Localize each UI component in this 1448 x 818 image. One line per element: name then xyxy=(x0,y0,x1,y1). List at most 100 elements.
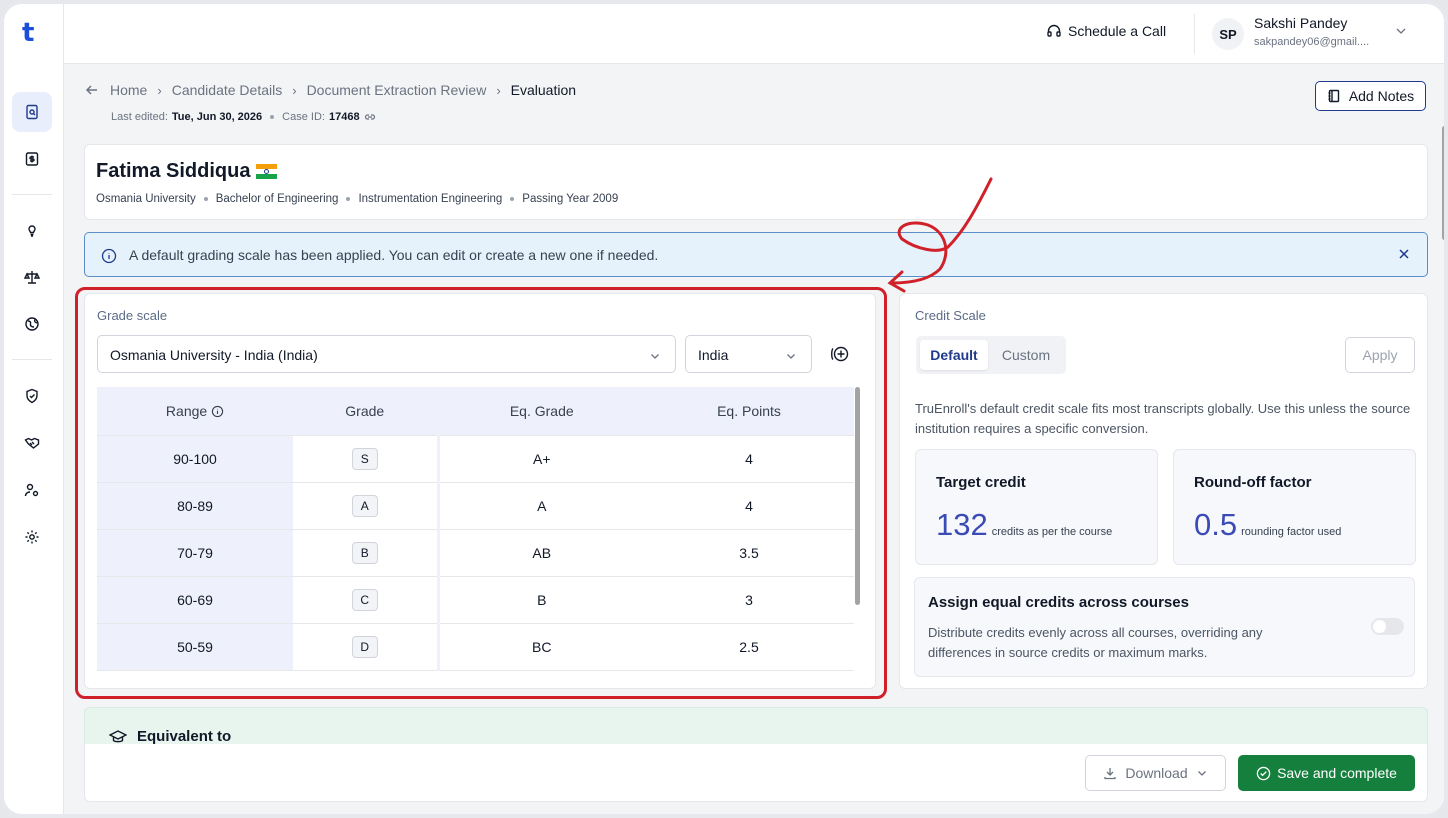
breadcrumb: Home › Candidate Details › Document Extr… xyxy=(84,82,576,98)
equal-credits-toggle[interactable] xyxy=(1371,618,1404,635)
chevron-right-icon: › xyxy=(157,82,162,98)
round-off-value: 0.5 xyxy=(1194,507,1238,542)
link-icon[interactable] xyxy=(364,111,376,123)
separator-dot xyxy=(203,197,208,201)
grade-badge: S xyxy=(351,447,378,470)
eq-points-cell[interactable]: 3 xyxy=(644,576,854,624)
top-bar: Schedule a Call SP Sakshi Pandey sakpand… xyxy=(64,4,1444,64)
info-icon[interactable] xyxy=(211,405,224,418)
table-scrollbar[interactable] xyxy=(855,387,860,605)
separator-dot xyxy=(346,197,351,201)
download-button[interactable]: Download xyxy=(1085,755,1226,791)
document-search-icon[interactable] xyxy=(12,92,52,132)
tab-default[interactable]: Default xyxy=(920,340,988,370)
invoice-icon[interactable] xyxy=(12,139,52,179)
round-off-value-row: 0.5 rounding factor used xyxy=(1194,507,1341,543)
chevron-down-icon xyxy=(1197,771,1206,776)
save-and-complete-label: Save and complete xyxy=(1277,765,1397,781)
column-header-eq-points: Eq. Points xyxy=(644,387,854,436)
target-credit-caption: credits as per the course xyxy=(991,526,1113,538)
tab-custom[interactable]: Custom xyxy=(992,340,1060,370)
app-logo[interactable]: t xyxy=(22,18,34,48)
candidate-name: Fatima Siddiqua xyxy=(96,160,251,182)
grade-badge: B xyxy=(351,541,378,564)
add-notes-button[interactable]: Add Notes xyxy=(1315,81,1426,111)
chevron-down-icon xyxy=(787,354,795,359)
chevron-down-icon xyxy=(651,354,659,359)
lightbulb-icon[interactable] xyxy=(12,210,52,250)
range-cell: 70-79 xyxy=(97,529,293,577)
page-scrollbar[interactable] xyxy=(1442,126,1444,240)
range-cell: 80-89 xyxy=(97,482,293,530)
equal-credits-title: Assign equal credits across courses xyxy=(928,594,1189,611)
target-credit-card: Target credit 132 credits as per the cou… xyxy=(915,449,1158,565)
info-icon xyxy=(101,248,117,264)
handshake-icon[interactable] xyxy=(12,423,52,463)
chevron-right-icon: › xyxy=(292,82,297,98)
eq-grade-cell[interactable]: A+ xyxy=(438,435,644,483)
candidate-details: Osmania University Bachelor of Engineeri… xyxy=(96,193,618,205)
topbar-divider xyxy=(1194,14,1195,54)
table-row: 90-100 S A+ 4 xyxy=(97,435,854,483)
eq-points-cell[interactable]: 3.5 xyxy=(644,529,854,577)
shield-check-icon[interactable] xyxy=(12,376,52,416)
country-select-value: India xyxy=(698,347,729,363)
case-meta: Last edited: Tue, Jun 30, 2026 Case ID: … xyxy=(111,111,376,123)
eq-grade-cell[interactable]: AB xyxy=(438,529,644,577)
download-label: Download xyxy=(1125,765,1188,781)
avatar[interactable]: SP xyxy=(1212,18,1244,50)
add-scale-icon[interactable] xyxy=(829,345,851,363)
schedule-call-label: Schedule a Call xyxy=(1068,23,1167,39)
eq-points-cell[interactable]: 2.5 xyxy=(644,623,854,671)
grade-badge: A xyxy=(351,494,378,517)
headset-icon xyxy=(1047,24,1061,37)
chevron-down-icon[interactable] xyxy=(1394,24,1408,38)
schedule-call-button[interactable]: Schedule a Call xyxy=(1046,23,1166,39)
eq-grade-cell[interactable]: B xyxy=(438,576,644,624)
eq-grade-cell[interactable]: BC xyxy=(438,623,644,671)
graduation-cap-icon xyxy=(109,730,127,743)
breadcrumb-document-extraction-review[interactable]: Document Extraction Review xyxy=(307,82,487,98)
back-arrow-icon[interactable] xyxy=(84,82,100,98)
last-edited-label: Last edited: xyxy=(111,111,168,123)
round-off-card: Round-off factor 0.5 rounding factor use… xyxy=(1173,449,1416,565)
save-and-complete-button[interactable]: Save and complete xyxy=(1238,755,1415,791)
credit-scale-tabs: Default Custom xyxy=(916,336,1066,374)
apply-button[interactable]: Apply xyxy=(1345,337,1415,373)
breadcrumb-home[interactable]: Home xyxy=(110,82,147,98)
equivalent-title: Equivalent to xyxy=(137,728,232,745)
case-id-value: 17468 xyxy=(328,111,360,123)
add-notes-label: Add Notes xyxy=(1348,88,1415,104)
degree: Bachelor of Engineering xyxy=(215,193,339,205)
range-cell: 50-59 xyxy=(97,623,293,671)
case-id-label: Case ID: xyxy=(282,111,325,123)
university: Osmania University xyxy=(96,193,196,205)
scale-balance-icon[interactable] xyxy=(12,257,52,297)
breadcrumb-candidate-details[interactable]: Candidate Details xyxy=(172,82,283,98)
chevron-right-icon: › xyxy=(496,82,501,98)
grade-badge: D xyxy=(351,635,378,658)
breadcrumb-current: Evaluation xyxy=(510,82,577,98)
eq-grade-cell[interactable]: A xyxy=(438,482,644,530)
equal-credits-description: Distribute credits evenly across all cou… xyxy=(928,625,1263,660)
close-icon[interactable] xyxy=(1397,247,1411,261)
action-footer xyxy=(84,744,1428,802)
user-settings-icon[interactable] xyxy=(12,470,52,510)
table-row: 70-79 B AB 3.5 xyxy=(97,529,854,577)
column-header-eq-grade: Eq. Grade xyxy=(438,387,644,436)
eq-points-cell[interactable]: 4 xyxy=(644,482,854,530)
gear-icon[interactable] xyxy=(12,517,52,557)
table-row: 80-89 A A 4 xyxy=(97,482,854,530)
check-circle-icon xyxy=(1256,766,1271,780)
table-row: 50-59 D BC 2.5 xyxy=(97,623,854,671)
column-header-range: Range xyxy=(97,387,293,436)
user-name[interactable]: Sakshi Pandey xyxy=(1254,15,1347,31)
equal-credits-card: Assign equal credits across courses Dist… xyxy=(914,577,1415,677)
sidebar: t xyxy=(4,4,64,814)
eq-points-cell[interactable]: 4 xyxy=(644,435,854,483)
table-row: 60-69 C B 3 xyxy=(97,576,854,624)
globe-icon[interactable] xyxy=(12,304,52,344)
grade-scale-select[interactable]: Osmania University - India (India) xyxy=(97,335,676,373)
grade-cell: D xyxy=(293,623,440,671)
country-select[interactable]: India xyxy=(685,335,812,373)
